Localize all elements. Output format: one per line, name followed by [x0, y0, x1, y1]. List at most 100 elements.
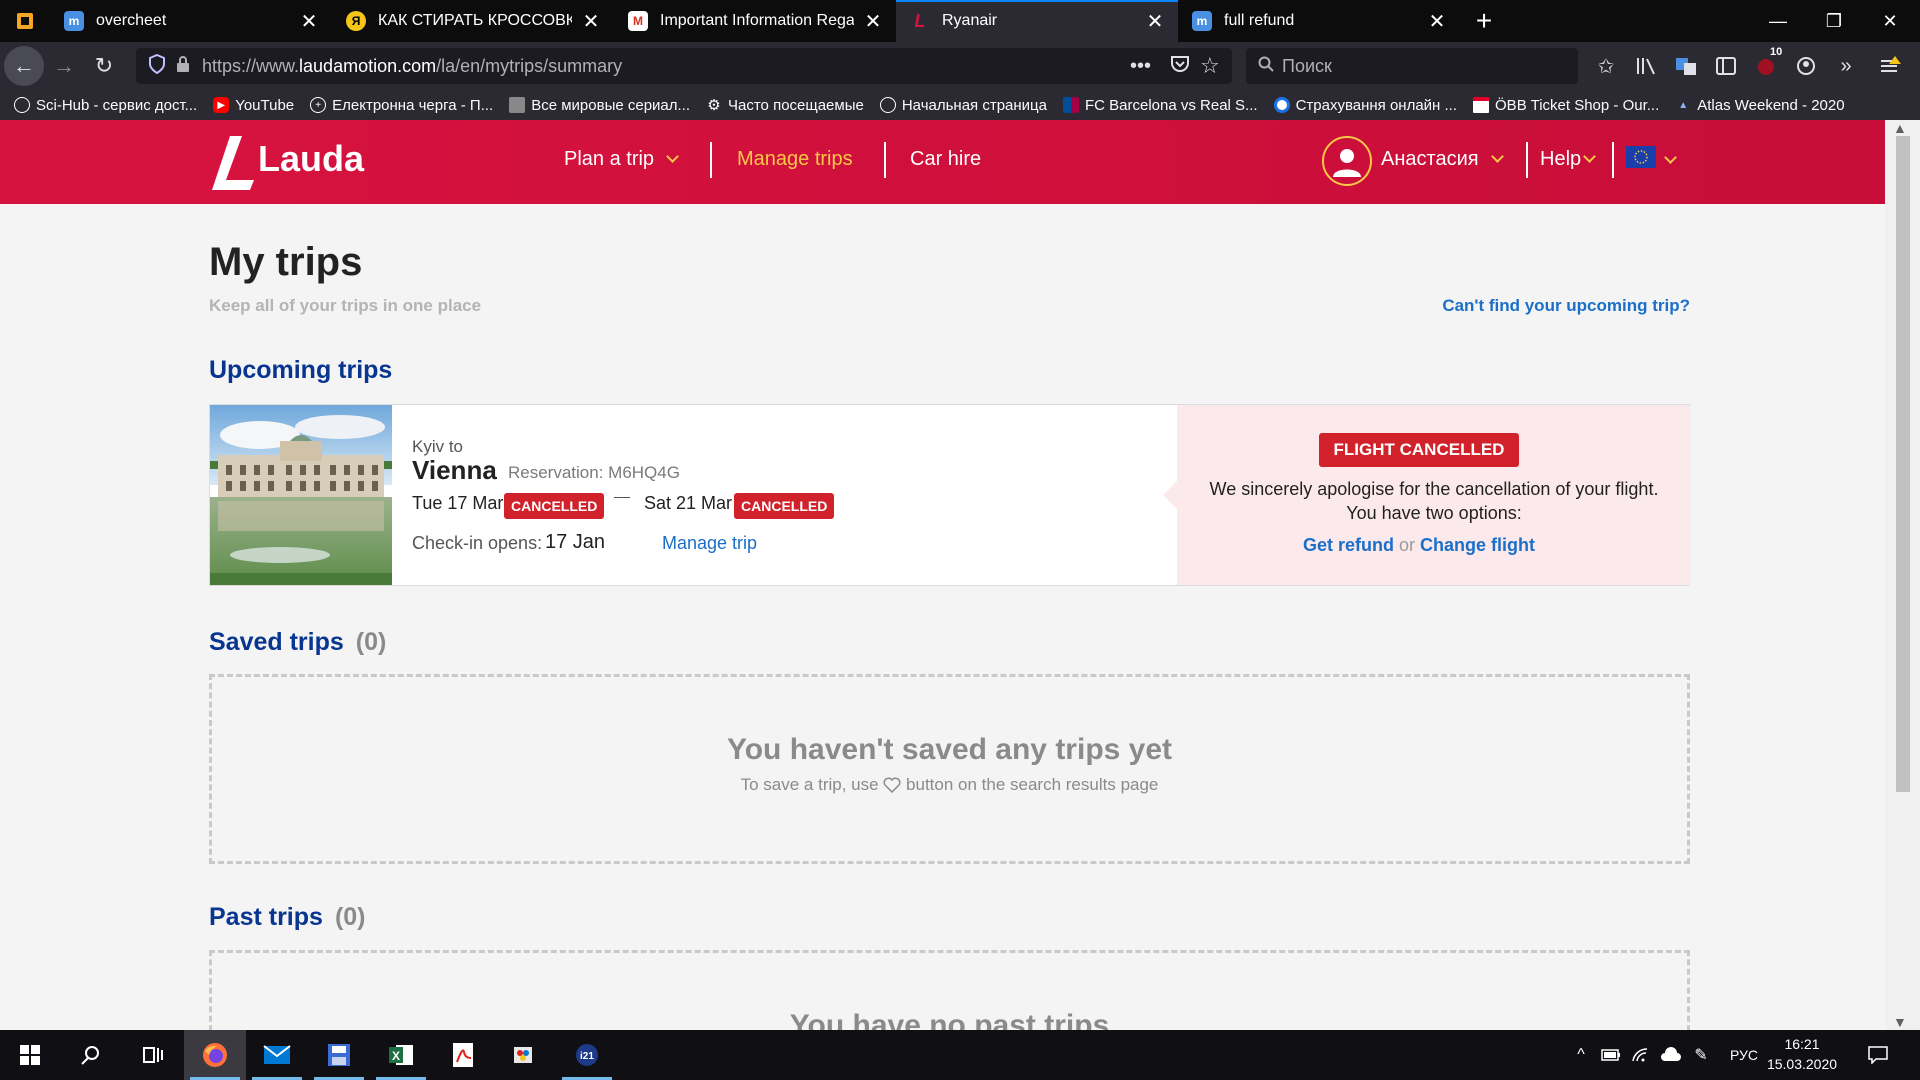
close-icon[interactable]: ✕ [862, 10, 884, 33]
close-icon[interactable]: ✕ [1426, 10, 1448, 33]
lauda-logo-mark [208, 134, 256, 192]
checkin-date: 17 Jan [545, 531, 606, 553]
window-close-button[interactable]: ✕ [1862, 0, 1918, 42]
task-view-icon[interactable] [122, 1030, 184, 1080]
manage-trip-link[interactable]: Manage trip [662, 533, 757, 554]
page-subtitle: Keep all of your trips in one place [209, 296, 482, 315]
language-selector[interactable] [1626, 146, 1677, 174]
cant-find-trip-link[interactable]: Can't find your upcoming trip? [1442, 296, 1690, 316]
notifications-icon[interactable] [1858, 1030, 1898, 1080]
firefox-icon[interactable] [184, 1030, 246, 1080]
tab-ryanair[interactable]: L Ryanair ✕ [896, 0, 1178, 42]
heart-icon [883, 775, 906, 794]
pen-icon[interactable]: ✎ [1686, 1030, 1716, 1080]
bookmark-start-page[interactable]: Начальная страница [879, 97, 1047, 114]
excel-icon[interactable]: X [370, 1030, 432, 1080]
change-flight-link[interactable]: Change flight [1420, 535, 1535, 555]
new-tab-button[interactable]: + [1460, 0, 1508, 42]
back-button[interactable]: ← [4, 46, 44, 86]
bookmark-label: YouTube [235, 96, 295, 114]
ublock-icon[interactable]: 10 [1750, 46, 1785, 82]
bookmark-atlas[interactable]: ▲ Atlas Weekend - 2020 [1675, 97, 1844, 114]
scroll-down-icon[interactable]: ▼ [1893, 1014, 1907, 1030]
tab-full-refund[interactable]: m full refund ✕ [1178, 0, 1460, 42]
status-badge: CANCELLED [734, 493, 835, 519]
depart-date: Tue 17 Mar [412, 493, 504, 513]
nav-plan-trip[interactable]: Plan a trip [564, 148, 679, 171]
app-s21-icon[interactable]: i21 [556, 1030, 618, 1080]
cancellation-notice: FLIGHT CANCELLED We sincerely apologise … [1163, 405, 1690, 585]
bookmark-youtube[interactable]: ▶ YouTube [213, 97, 294, 114]
nav-divider [1612, 142, 1614, 178]
bookmarks-star-icon[interactable]: ✩ [1590, 50, 1622, 82]
url-bar[interactable]: https://www. laudamotion.com/la/en/mytrip… [136, 48, 1232, 84]
bookmark-scihub[interactable]: Sci-Hub - сервис дост... [14, 97, 197, 114]
bookmark-series[interactable]: Все мировые сериал... [509, 97, 690, 114]
nav-car-hire[interactable]: Car hire [910, 148, 981, 171]
get-refund-link[interactable]: Get refund [1303, 535, 1394, 555]
shield-icon[interactable] [148, 53, 166, 79]
avatar[interactable] [1322, 136, 1372, 186]
saved-empty-text-b: button on the search results page [906, 775, 1159, 794]
lauda-logo[interactable]: Lauda [208, 134, 364, 192]
saved-trips-empty: You haven't saved any trips yet To save … [209, 674, 1690, 864]
search-icon[interactable] [60, 1030, 122, 1080]
upcoming-trips-title: Upcoming trips [209, 356, 393, 384]
wifi-icon[interactable] [1626, 1030, 1656, 1080]
tab-sneakers[interactable]: Я КАК СТИРАТЬ КРОССОВКИ В С ✕ [332, 0, 614, 42]
page-scrollbar[interactable]: ▲ ▼ [1885, 120, 1920, 1030]
bookmark-queue[interactable]: + Електронна черга - П... [310, 97, 493, 114]
nav-divider [1526, 142, 1528, 178]
reload-button[interactable]: ↻ [84, 46, 124, 86]
language-indicator[interactable]: РУС [1724, 1030, 1764, 1080]
url-path: /la/en/mytrips/summary [436, 55, 623, 76]
save-disk-icon[interactable] [308, 1030, 370, 1080]
close-icon[interactable]: ✕ [298, 10, 320, 33]
library-icon[interactable] [1630, 50, 1662, 82]
mail-icon[interactable] [246, 1030, 308, 1080]
forward-button[interactable]: → [44, 46, 84, 86]
bookmark-label: Atlas Weekend - 2020 [1697, 96, 1845, 114]
chevron-down-icon [1490, 150, 1504, 163]
close-icon[interactable]: ✕ [580, 10, 602, 33]
lock-icon[interactable] [176, 55, 190, 78]
search-input[interactable]: Поиск [1246, 48, 1578, 84]
restore-button[interactable]: ❐ [1806, 0, 1862, 42]
tab-important-info[interactable]: M Important Information Regardi ✕ [614, 0, 896, 42]
bookmark-label: FC Barcelona vs Real S... [1084, 96, 1258, 114]
windows-start-icon[interactable] [0, 1030, 60, 1080]
overflow-menu-icon[interactable]: » [1830, 50, 1862, 82]
battery-icon[interactable] [1596, 1030, 1626, 1080]
account-icon[interactable] [1790, 50, 1822, 82]
minimize-button[interactable]: — [1750, 0, 1806, 42]
page-actions-icon[interactable]: ••• [1130, 55, 1151, 78]
acrobat-icon[interactable] [432, 1030, 494, 1080]
logo-text: Lauda [258, 138, 365, 179]
pocket-icon[interactable] [1170, 55, 1190, 78]
bookmark-obb[interactable]: ÖBB Ticket Shop - Our... [1473, 97, 1659, 114]
flag-icon [1062, 97, 1079, 113]
user-menu[interactable]: Анастасия [1381, 148, 1504, 171]
tab-overcheet[interactable]: m overcheet ✕ [50, 0, 332, 42]
close-icon[interactable]: ✕ [1144, 10, 1166, 33]
yandex-zen-icon: Я [346, 11, 366, 31]
tray-expand-icon[interactable]: ^ [1566, 1030, 1596, 1080]
bookmark-barcelona[interactable]: FC Barcelona vs Real S... [1062, 96, 1258, 114]
translate-icon[interactable] [1670, 50, 1702, 82]
hamburger-menu-icon[interactable] [1874, 50, 1906, 82]
help-label: Help [1540, 148, 1582, 170]
scroll-thumb[interactable] [1896, 136, 1910, 792]
nav-manage-trips[interactable]: Manage trips [737, 148, 853, 171]
help-menu[interactable]: Help [1540, 148, 1597, 171]
bookmark-most-visited[interactable]: ⚙ Часто посещаемые [706, 97, 864, 115]
svg-text:i21: i21 [580, 1051, 594, 1062]
cloud-icon[interactable] [1656, 1030, 1686, 1080]
scroll-up-icon[interactable]: ▲ [1893, 120, 1907, 136]
tab-overview-icon[interactable] [0, 0, 50, 42]
bookmark-insurance[interactable]: Страхування онлайн ... [1273, 97, 1457, 114]
clock[interactable]: 16:21 15.03.2020 [1762, 1034, 1842, 1074]
bookmark-star-icon[interactable]: ☆ [1200, 53, 1220, 79]
sidebar-icon[interactable] [1710, 50, 1742, 82]
search-placeholder: Поиск [1282, 55, 1332, 76]
paint-icon[interactable] [494, 1030, 556, 1080]
